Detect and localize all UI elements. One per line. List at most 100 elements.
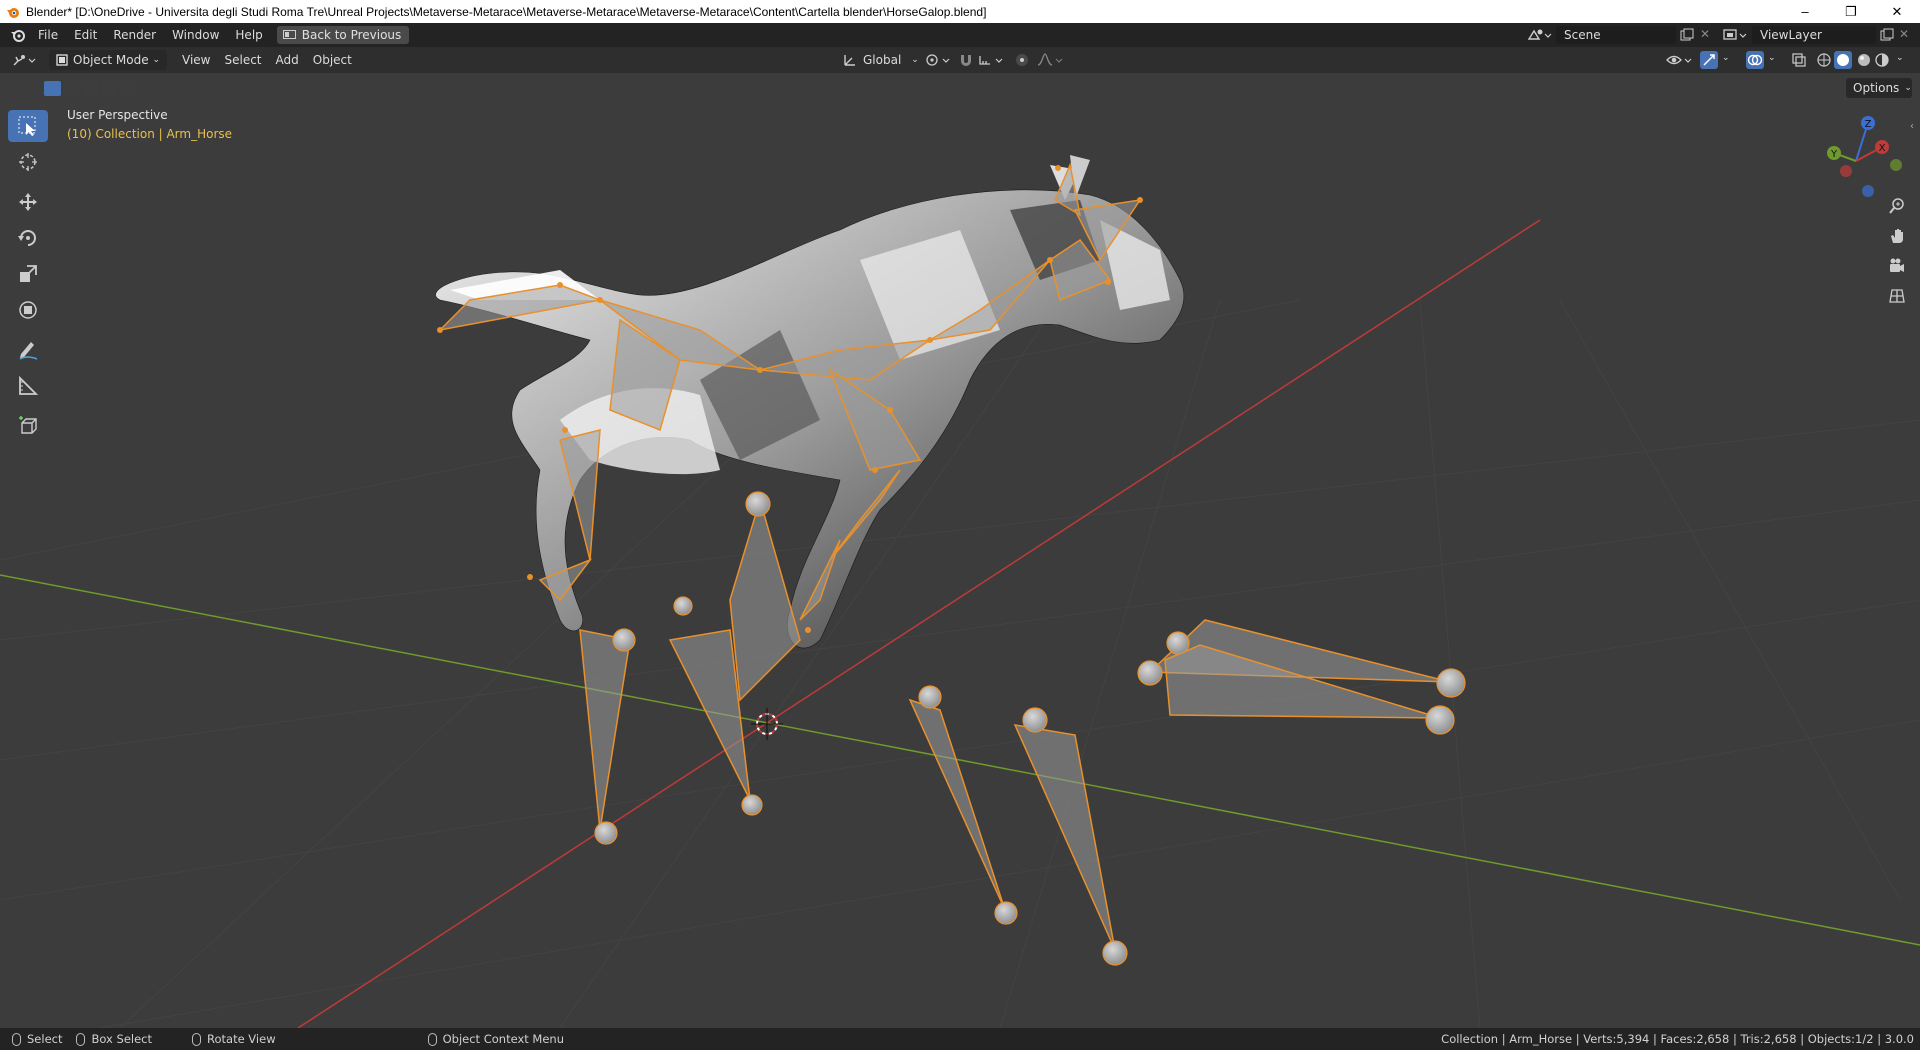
options-dropdown[interactable]: Options ⌄ [1846,78,1912,98]
cursor-tool[interactable] [8,146,48,178]
view-layer-icon[interactable] [1722,27,1748,43]
xray-toggle-icon[interactable] [1791,52,1807,68]
measure-icon [19,375,39,395]
viewport-scene[interactable] [0,73,1920,1028]
mouse-drag-icon [76,1032,86,1046]
new-scene-icon[interactable] [1680,28,1694,42]
status-select-label: Select [27,1032,63,1046]
menu-window[interactable]: Window [164,23,227,47]
editor-type-button[interactable] [0,50,45,70]
proportional-edit-icon[interactable] [1014,52,1030,68]
close-button[interactable]: ✕ [1874,0,1920,23]
selection-mode-group [44,81,137,96]
transform-tool[interactable] [8,294,48,326]
menu-file[interactable]: File [30,23,66,47]
select-new-button[interactable] [44,81,61,96]
view-layer-name: ViewLayer [1760,28,1822,42]
add-cube-tool[interactable] [8,410,48,442]
menu-render[interactable]: Render [105,23,164,47]
delete-view-layer-icon[interactable]: ✕ [1899,27,1909,41]
transform-icon [19,301,37,319]
back-to-previous-label: Back to Previous [301,28,402,42]
window-title-bar: Blender* [D:\OneDrive - Universita degli… [0,0,1920,23]
pan-hand-icon[interactable] [1884,223,1910,249]
3d-viewport[interactable]: User Perspective (10) Collection | Arm_H… [0,73,1920,1028]
new-view-layer-icon[interactable] [1880,28,1894,42]
select-invert-button[interactable] [101,81,118,96]
transform-orientation-dropdown[interactable]: Global ⌄ [836,50,926,70]
zoom-icon[interactable] [1884,193,1910,219]
menu-select[interactable]: Select [217,50,268,70]
orthographic-grid-icon[interactable] [1884,283,1910,309]
orientation-axes-icon [844,55,855,66]
minimize-button[interactable]: – [1782,0,1828,23]
select-box-tool[interactable] [8,110,48,142]
mouse-middle-icon [192,1032,201,1046]
add-cube-icon [19,416,37,434]
annotate-icon [19,342,38,360]
status-bar: Select Box Select Rotate View Object Con… [0,1028,1920,1050]
back-to-previous-button[interactable]: Back to Previous [276,26,410,44]
horse-mesh[interactable] [435,155,1185,649]
view-layer-field[interactable]: ViewLayer [1752,26,1876,44]
annotate-tool[interactable] [8,334,48,366]
menu-object[interactable]: Object [306,50,359,70]
blender-logo-icon [7,7,19,18]
overlays-icon [1747,54,1763,66]
status-context-hint: Object Context Menu [427,1032,564,1046]
chevron-down-icon: ⌄ [152,55,160,65]
scene-icon[interactable] [1526,27,1552,43]
delete-scene-icon[interactable]: ✕ [1700,27,1710,41]
rendered-shading-icon[interactable] [1874,52,1890,68]
viewport-header: Object Mode ⌄ View Select Add Object Glo… [0,47,1920,73]
solid-shading-button[interactable] [1834,51,1852,69]
status-select-hint: Select [12,1032,62,1046]
cursor-icon [19,153,37,171]
scene-field[interactable]: Scene [1556,26,1676,44]
gizmo-toggle-button[interactable] [1700,51,1718,69]
visibility-eye-icon[interactable] [1666,52,1694,68]
scale-icon [20,265,37,282]
tool-shelf [8,110,48,446]
status-rotate-label: Rotate View [207,1032,276,1046]
menu-view[interactable]: View [175,50,217,70]
navigation-gizmo[interactable]: Z X Y [1818,111,1908,201]
camera-view-icon[interactable] [1884,253,1910,279]
gizmo-y-label: Y [1830,149,1838,160]
pivot-point-icon[interactable] [924,52,952,68]
mouse-left-icon [12,1032,21,1046]
overlays-toggle-button[interactable] [1746,51,1764,69]
solid-shading-icon [1837,54,1849,66]
window-title: Blender* [D:\OneDrive - Universita degli… [26,4,987,19]
viewport-perspective-label: User Perspective [67,108,168,122]
chevron-down-icon[interactable]: ⌄ [1768,53,1776,63]
select-intersect-button[interactable] [120,81,137,96]
falloff-curve-icon[interactable] [1036,52,1064,68]
chevron-down-icon[interactable]: ⌄ [1722,53,1730,63]
measure-tool[interactable] [8,370,48,402]
blender-menu-icon[interactable] [10,27,26,43]
chevron-down-icon[interactable]: ⌄ [1896,53,1904,63]
sidebar-toggle-icon[interactable]: ‹ [1910,121,1914,132]
move-tool[interactable] [8,186,48,218]
rotate-tool[interactable] [8,222,48,254]
snap-magnet-icon[interactable] [958,52,974,68]
status-rotate-hint: Rotate View [192,1032,276,1046]
wireframe-shading-icon[interactable] [1816,52,1832,68]
viewport-nav-controls [1884,193,1910,309]
snap-increment-icon[interactable] [978,52,1006,68]
status-box-select-hint: Box Select [76,1032,152,1046]
select-subtract-button[interactable] [82,81,99,96]
menu-edit[interactable]: Edit [66,23,105,47]
active-collection-label: (10) Collection | Arm_Horse [67,127,233,141]
rotate-icon [18,230,36,246]
object-mode-dropdown[interactable]: Object Mode ⌄ [49,50,167,70]
material-shading-icon[interactable] [1856,52,1872,68]
select-extend-button[interactable] [63,81,80,96]
menu-help[interactable]: Help [227,23,270,47]
scale-tool[interactable] [8,258,48,290]
3d-cursor-icon [751,708,783,740]
menu-add[interactable]: Add [269,50,306,70]
top-menu-bar: File Edit Render Window Help Back to Pre… [0,23,1920,47]
restore-button[interactable]: ❐ [1828,0,1874,23]
